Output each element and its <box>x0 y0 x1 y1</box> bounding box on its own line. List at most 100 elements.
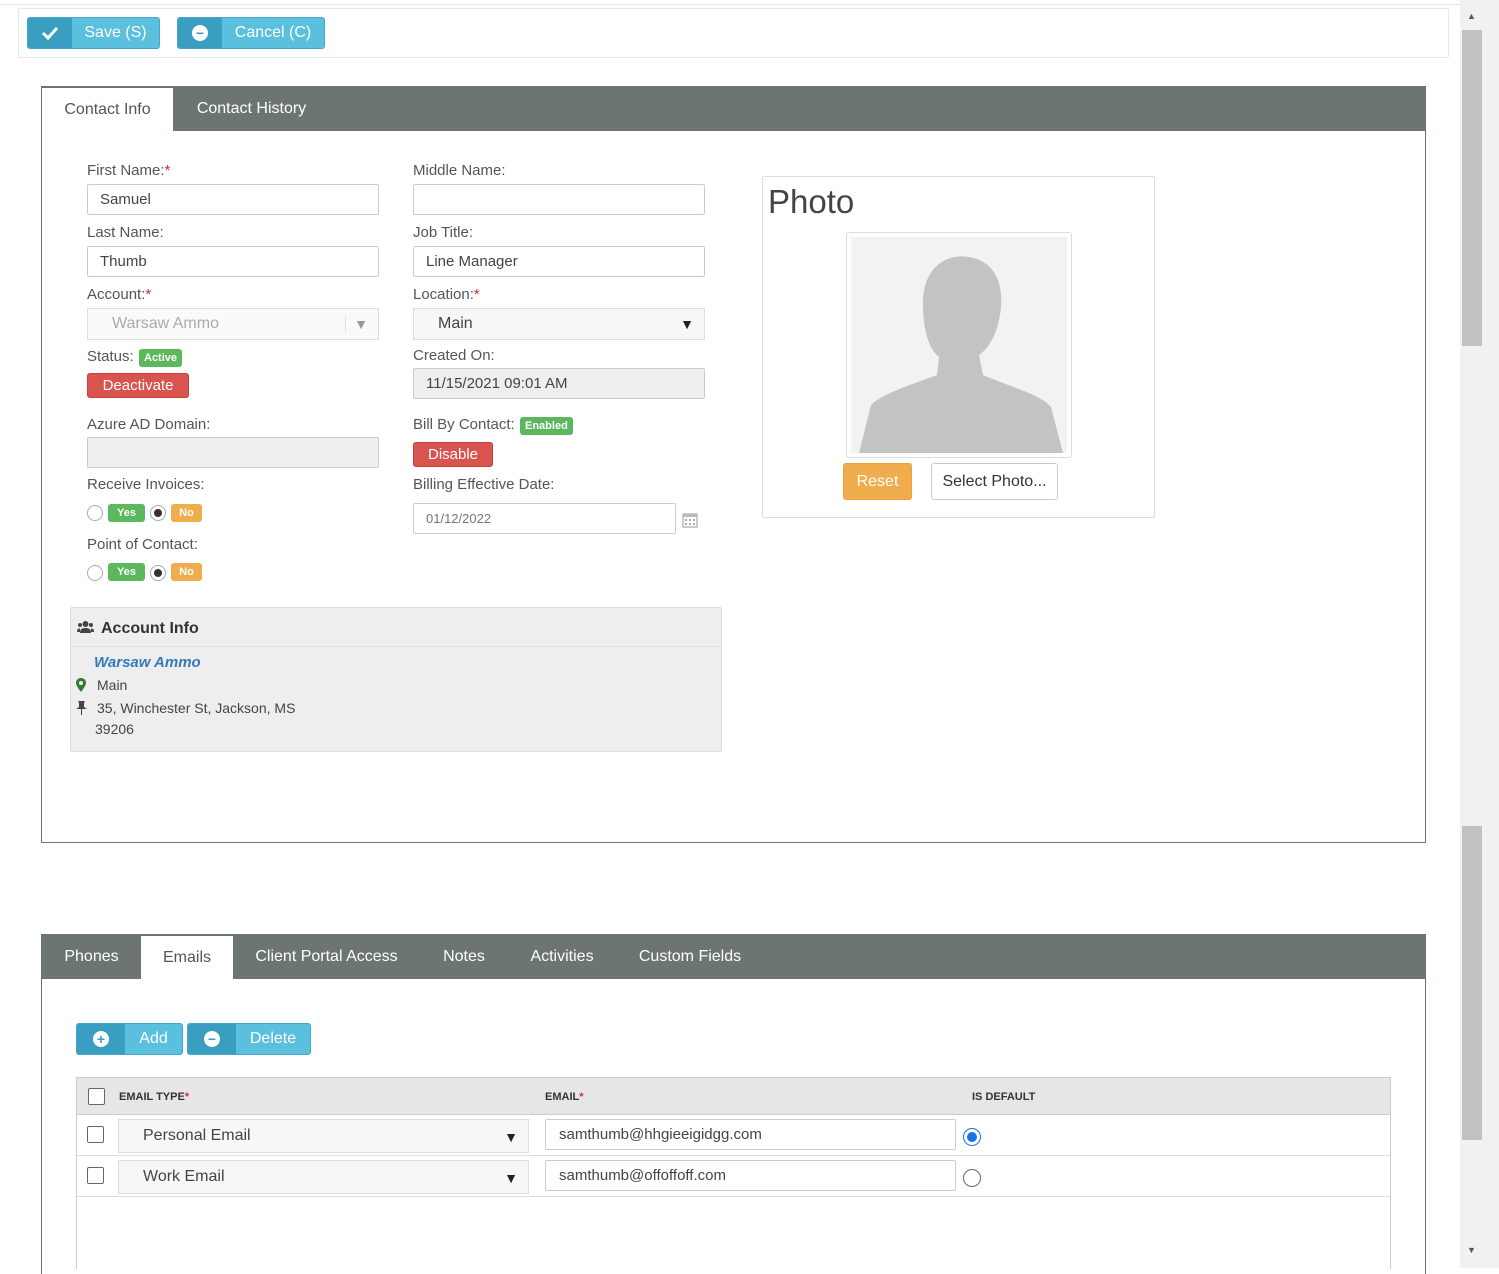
is-default-radio[interactable] <box>963 1169 981 1187</box>
account-address-line2: 39206 <box>95 721 134 737</box>
account-label: Account:* <box>87 286 152 303</box>
tab-activities[interactable]: Activities <box>508 935 616 979</box>
email-type-value: Work Email <box>143 1168 225 1185</box>
scroll-up-icon[interactable]: ▲ <box>1467 11 1476 21</box>
delete-email-button[interactable]: − Delete <box>187 1023 311 1055</box>
job-title-label: Job Title: <box>413 224 474 241</box>
chevron-down-icon: ▼ <box>345 316 368 332</box>
reset-photo-button[interactable]: Reset <box>843 463 912 500</box>
tab-notes[interactable]: Notes <box>420 935 508 979</box>
yes-badge: Yes <box>108 504 145 522</box>
calendar-icon[interactable] <box>682 512 698 533</box>
point-of-contact-label: Point of Contact: <box>87 536 198 553</box>
row-checkbox[interactable] <box>87 1126 104 1143</box>
first-name-input[interactable]: Samuel <box>87 184 379 215</box>
tab-phones[interactable]: Phones <box>42 935 141 979</box>
created-on-label: Created On: <box>413 347 495 364</box>
account-info-title: Account Info <box>101 620 199 637</box>
bill-enabled-badge: Enabled <box>520 417 573 435</box>
action-toolbar: Save (S) − Cancel (C) <box>18 8 1449 58</box>
column-email[interactable]: EMAIL* <box>545 1091 584 1103</box>
location-label: Location:* <box>413 286 480 303</box>
receive-invoices-yes-radio[interactable] <box>87 505 103 521</box>
yes-badge: Yes <box>108 563 145 581</box>
last-name-input[interactable]: Thumb <box>87 246 379 277</box>
email-type-select[interactable]: Work Email ▼ <box>118 1160 529 1194</box>
select-all-checkbox[interactable] <box>88 1088 105 1105</box>
select-photo-button[interactable]: Select Photo... <box>931 463 1058 500</box>
account-info-panel: Account Info Warsaw Ammo Main 35, Winche… <box>70 607 722 752</box>
middle-name-input[interactable] <box>413 184 705 215</box>
contact-tabbar: Contact Info Contact History <box>42 87 1425 131</box>
column-email-type[interactable]: EMAIL TYPE* <box>119 1091 189 1103</box>
tab-emails[interactable]: Emails <box>141 935 233 979</box>
row-checkbox[interactable] <box>87 1167 104 1184</box>
account-select-value: Warsaw Ammo <box>112 315 219 332</box>
disable-button[interactable]: Disable <box>413 442 493 467</box>
page-scrollbar[interactable]: ▲ ▼ <box>1460 0 1499 1268</box>
add-email-button[interactable]: + Add <box>76 1023 183 1055</box>
minus-circle-icon: − <box>188 1024 236 1054</box>
save-button[interactable]: Save (S) <box>27 17 160 49</box>
deactivate-button[interactable]: Deactivate <box>87 373 189 398</box>
location-select-value: Main <box>438 315 473 332</box>
delete-button-label: Delete <box>249 1030 297 1047</box>
email-type-select[interactable]: Personal Email ▼ <box>118 1119 529 1153</box>
cancel-button-label: Cancel (C) <box>234 24 312 41</box>
no-badge: No <box>171 504 202 522</box>
billing-effective-date-input[interactable] <box>413 503 676 534</box>
job-title-input[interactable]: Line Manager <box>413 246 705 277</box>
caret-down-icon: ▼ <box>504 1170 518 1186</box>
location-select[interactable]: Main ▼ <box>413 308 705 340</box>
photo-title: Photo <box>768 183 855 220</box>
receive-invoices-no-radio[interactable] <box>150 505 166 521</box>
scrollbar-thumb-secondary[interactable] <box>1462 826 1482 1140</box>
pushpin-icon <box>76 701 87 720</box>
photo-panel: Photo Reset Select Photo... <box>762 176 1155 518</box>
check-icon <box>28 18 72 48</box>
tab-custom-fields[interactable]: Custom Fields <box>616 935 764 979</box>
billing-effective-date-label: Billing Effective Date: <box>413 476 555 493</box>
first-name-label: First Name:* <box>87 162 171 179</box>
receive-invoices-label: Receive Invoices: <box>87 476 205 493</box>
top-border <box>0 0 1460 5</box>
azure-ad-domain-input[interactable] <box>87 437 379 468</box>
column-is-default[interactable]: IS DEFAULT <box>972 1091 1035 1103</box>
middle-name-label: Middle Name: <box>413 162 506 179</box>
users-icon <box>77 620 94 639</box>
grid-header: EMAIL TYPE* EMAIL* IS DEFAULT <box>77 1078 1390 1115</box>
photo-frame <box>846 232 1072 458</box>
status-badge: Active <box>139 349 183 367</box>
tab-contact-history[interactable]: Contact History <box>173 87 330 131</box>
is-default-radio[interactable] <box>963 1128 981 1146</box>
last-name-label: Last Name: <box>87 224 164 241</box>
table-row: Work Email ▼ samthumb@offoffoff.com <box>77 1156 1390 1197</box>
tab-client-portal-access[interactable]: Client Portal Access <box>233 935 420 979</box>
detail-tabbar: Phones Emails Client Portal Access Notes… <box>42 935 1425 979</box>
created-on-input: 11/15/2021 09:01 AM <box>413 368 705 399</box>
cancel-button[interactable]: − Cancel (C) <box>177 17 325 49</box>
avatar-placeholder-icon <box>851 237 1067 453</box>
account-location: Main <box>97 677 128 693</box>
email-input[interactable]: samthumb@hhgieeigidgg.com <box>545 1119 956 1150</box>
bill-by-contact-label: Bill By Contact: <box>413 416 515 433</box>
point-of-contact-yes-radio[interactable] <box>87 565 103 581</box>
divider <box>71 646 721 647</box>
point-of-contact-no-radio[interactable] <box>150 565 166 581</box>
minus-circle-icon: − <box>178 18 222 48</box>
status-label: Status: <box>87 348 134 365</box>
account-name-link[interactable]: Warsaw Ammo <box>94 654 201 671</box>
email-type-value: Personal Email <box>143 1127 251 1144</box>
save-button-label: Save (S) <box>84 24 147 41</box>
no-badge: No <box>171 563 202 581</box>
caret-down-icon: ▼ <box>504 1129 518 1145</box>
account-select[interactable]: Warsaw Ammo ▼ <box>87 308 379 340</box>
plus-circle-icon: + <box>77 1024 125 1054</box>
scroll-down-icon[interactable]: ▼ <box>1467 1245 1476 1255</box>
add-button-label: Add <box>139 1030 168 1047</box>
account-address-line1: 35, Winchester St, Jackson, MS <box>97 700 296 716</box>
emails-grid: EMAIL TYPE* EMAIL* IS DEFAULT Personal E… <box>76 1077 1391 1269</box>
tab-contact-info[interactable]: Contact Info <box>42 87 173 131</box>
email-input[interactable]: samthumb@offoffoff.com <box>545 1160 956 1191</box>
scrollbar-thumb[interactable] <box>1462 30 1482 346</box>
